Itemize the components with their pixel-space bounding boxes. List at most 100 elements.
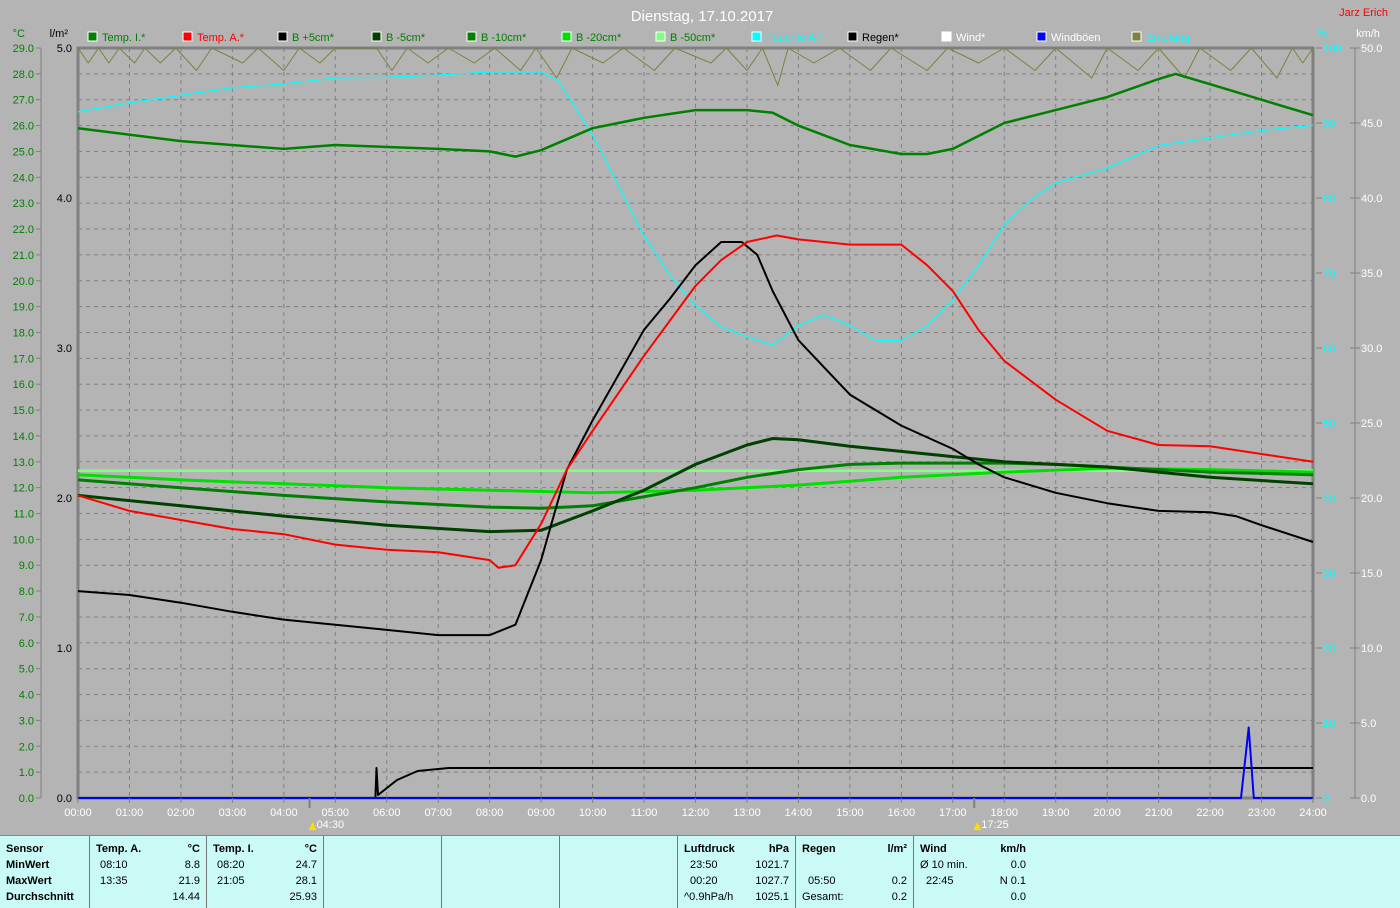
x-tick-label: 07:00 xyxy=(424,807,452,819)
x-tick-label: 14:00 xyxy=(785,807,813,819)
temp-a-max-time: 13:35 xyxy=(100,875,128,887)
x-tick-label: 24:00 xyxy=(1299,807,1327,819)
wind-avg-label: Ø 10 min. xyxy=(920,859,968,871)
regen-max: 0.2 xyxy=(891,875,907,887)
x-tick-label: 06:00 xyxy=(373,807,401,819)
rain-tick-label: 3.0 xyxy=(57,343,72,355)
wind-max-time: 22:45 xyxy=(926,875,954,887)
temp-i-min-time: 08:20 xyxy=(217,859,245,871)
weather-chart: Dienstag, 17.10.2017 Jarz Erich °C l/m² … xyxy=(13,7,1388,831)
x-tick-label: 19:00 xyxy=(1042,807,1070,819)
legend-label: Windböen xyxy=(1051,32,1101,44)
row-label-min: MinWert xyxy=(6,859,50,871)
temp-tick-label: 29.0 xyxy=(13,43,34,55)
legend-label: Empfang xyxy=(1146,32,1190,44)
x-tick-label: 23:00 xyxy=(1248,807,1276,819)
row-label-max: MaxWert xyxy=(6,875,52,887)
row-label-avg: Durchschnitt xyxy=(6,891,74,903)
x-tick-label: 16:00 xyxy=(888,807,916,819)
temp-tick-label: 20.0 xyxy=(13,276,34,288)
wind-tick-label: 5.0 xyxy=(1361,718,1376,730)
wind-max: N 0.1 xyxy=(999,875,1026,887)
humidity-tick-label: 60 xyxy=(1323,343,1335,355)
legend-item: B -5cm* xyxy=(371,31,426,44)
temp-tick-label: 16.0 xyxy=(13,379,34,391)
luftdruck-max-time: 00:20 xyxy=(690,875,718,887)
temp-tick-label: 3.0 xyxy=(19,715,34,727)
legend-swatch xyxy=(655,31,666,42)
temp-i-header: Temp. I. xyxy=(213,843,254,855)
legend-swatch xyxy=(182,31,193,42)
temp-tick-label: 9.0 xyxy=(19,560,34,572)
wind-tick-label: 45.0 xyxy=(1361,118,1382,130)
temp-tick-label: 8.0 xyxy=(19,586,34,598)
temp-a-min-time: 08:10 xyxy=(100,859,128,871)
empty-column xyxy=(324,836,442,908)
wind-tick-label: 40.0 xyxy=(1361,193,1382,205)
wind-unit: km/h xyxy=(1000,843,1026,855)
temp-tick-label: 14.0 xyxy=(13,431,34,443)
regen-header: Regen xyxy=(802,843,836,855)
luftdruck-column: Luftdruck hPa 23:50 1021.7 00:20 1027.7 ^0.… xyxy=(678,836,796,908)
temp-tick-label: 10.0 xyxy=(13,534,34,546)
luftdruck-max: 1027.7 xyxy=(755,875,789,887)
temp-tick-label: 19.0 xyxy=(13,302,34,314)
x-tick-label: 03:00 xyxy=(219,807,247,819)
temp-tick-label: 21.0 xyxy=(13,250,34,262)
legend-item: Empfang xyxy=(1131,31,1190,44)
legend-label: Temp. A.* xyxy=(197,32,245,44)
legend-swatch xyxy=(371,31,382,42)
sunset-label: 17:25 xyxy=(981,819,1009,831)
legend-swatch xyxy=(277,31,288,42)
chart-title: Dienstag, 17.10.2017 xyxy=(631,8,774,25)
legend-swatch xyxy=(847,31,858,42)
legend-label: B -20cm* xyxy=(576,32,622,44)
legend-item: B -10cm* xyxy=(466,31,527,44)
wind-tick-label: 10.0 xyxy=(1361,643,1382,655)
x-tick-label: 09:00 xyxy=(527,807,555,819)
temp-tick-label: 17.0 xyxy=(13,353,34,365)
legend-item: B -20cm* xyxy=(561,31,622,44)
sunrise-label: 04:30 xyxy=(317,819,345,831)
legend-swatch xyxy=(466,31,477,42)
legend-swatch xyxy=(1036,31,1047,42)
humidity-tick-label: 0 xyxy=(1323,793,1329,805)
temp-tick-label: 15.0 xyxy=(13,405,34,417)
temp-unit-label: °C xyxy=(13,28,25,40)
wind-tick-label: 25.0 xyxy=(1361,418,1382,430)
empty-column xyxy=(442,836,560,908)
regen-total: 0.2 xyxy=(891,891,907,903)
luftdruck-min-time: 23:50 xyxy=(690,859,718,871)
humidity-tick-label: 70 xyxy=(1323,268,1335,280)
temp-tick-label: 6.0 xyxy=(19,638,34,650)
temp-i-avg: 25.93 xyxy=(289,891,317,903)
humidity-tick-label: 30 xyxy=(1323,568,1335,580)
temp-a-header: Temp. A. xyxy=(96,843,142,855)
humidity-unit-label: % xyxy=(1317,28,1327,40)
sensor-column: Sensor MinWert MaxWert Durchschnitt xyxy=(0,836,90,908)
legend-swatch xyxy=(87,31,98,42)
wind-tick-label: 0.0 xyxy=(1361,793,1376,805)
temp-tick-label: 0.0 xyxy=(19,793,34,805)
legend-label: Feuchte A.* xyxy=(766,32,824,44)
x-tick-label: 04:00 xyxy=(270,807,298,819)
legend-item: Regen* xyxy=(847,31,899,44)
temp-a-min: 8.8 xyxy=(184,859,200,871)
legend-swatch xyxy=(751,31,762,42)
rain-tick-label: 4.0 xyxy=(57,193,72,205)
temp-tick-label: 12.0 xyxy=(13,483,34,495)
x-tick-label: 17:00 xyxy=(939,807,967,819)
wind-unit-label: km/h xyxy=(1356,28,1380,40)
wind-tick-label: 15.0 xyxy=(1361,568,1382,580)
rain-tick-label: 5.0 xyxy=(57,43,72,55)
temp-tick-label: 22.0 xyxy=(13,224,34,236)
x-tick-label: 05:00 xyxy=(322,807,350,819)
legend-label: B +5cm* xyxy=(292,32,335,44)
x-tick-label: 18:00 xyxy=(990,807,1018,819)
rain-unit-label: l/m² xyxy=(50,28,69,40)
x-tick-label: 21:00 xyxy=(1145,807,1173,819)
temp-tick-label: 7.0 xyxy=(19,612,34,624)
humidity-tick-label: 100 xyxy=(1323,43,1341,55)
temp-tick-label: 4.0 xyxy=(19,690,34,702)
luftdruck-min: 1021.7 xyxy=(755,859,789,871)
